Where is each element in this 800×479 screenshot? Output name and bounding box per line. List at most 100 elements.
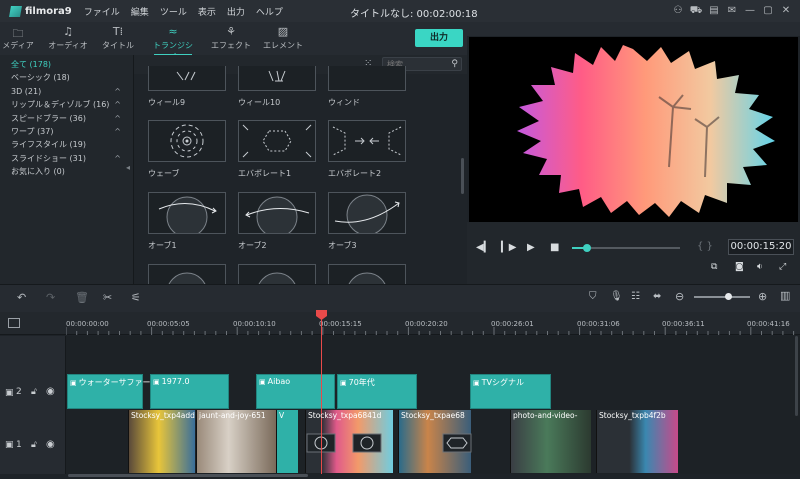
music-note-icon: ♫ (63, 25, 73, 38)
transition-tile[interactable]: オーブ2 (238, 192, 316, 251)
transition-tile[interactable]: オーブ1 (148, 192, 226, 251)
effect-clip[interactable]: ウォーターサファー (67, 374, 150, 409)
category-item[interactable]: 3D (21) ^ (0, 85, 133, 98)
previous-frame-icon[interactable]: ◀▎ (476, 242, 491, 253)
eye-icon[interactable]: ◉ (46, 439, 55, 450)
marker-icon[interactable]: ⛉ (589, 291, 597, 302)
transition-tile[interactable]: ウィール9 (148, 66, 226, 108)
fullscreen-icon[interactable]: ⤢ (779, 262, 786, 272)
snapshot-icon[interactable]: ◙ (735, 262, 744, 272)
mail-icon[interactable]: ✉ (724, 3, 740, 19)
track-type-icon: ▣ (5, 388, 14, 398)
redo-icon[interactable]: ↷ (46, 291, 55, 304)
zoom-slider[interactable] (694, 293, 750, 300)
zoom-in-icon[interactable]: ⊕ (758, 290, 767, 303)
delete-icon[interactable]: 🗑︎ (75, 291, 89, 304)
minimize-icon[interactable]: — (742, 3, 758, 19)
video-clip[interactable]: Stocksy_txp4add3 (128, 410, 195, 473)
menu-export[interactable]: 出力 (227, 5, 245, 18)
expand-caret-icon[interactable]: ^ (114, 125, 121, 138)
timeline-vertical-scrollbar[interactable] (795, 336, 798, 416)
menu-tools[interactable]: ツール (160, 5, 187, 18)
text-icon: T⁞ (112, 25, 124, 38)
fit-timeline-icon[interactable]: ⬌ (653, 291, 661, 302)
transition-tile[interactable]: ウェーブ (148, 120, 226, 179)
track-type-icon: ▣ (5, 440, 14, 450)
undo-icon[interactable]: ↶ (17, 291, 26, 304)
timeline-ruler[interactable]: 00:00:00:00 00:00:05:05 00:00:10:10 00:0… (0, 312, 800, 335)
tab-elements[interactable]: ▨ エレメント (260, 25, 306, 51)
transition-tile[interactable] (238, 264, 316, 284)
category-item[interactable]: 全て (178) (0, 58, 133, 71)
video-clip[interactable]: jaunt-and-joy-651 (196, 410, 276, 473)
playhead[interactable] (321, 318, 322, 474)
track-header-2: ▣ 2 🔓︎ ◉ (0, 373, 66, 410)
tab-media[interactable]: 🗀 メディア (0, 25, 41, 51)
expand-caret-icon[interactable]: ^ (114, 85, 121, 98)
in-out-markers[interactable]: { } (697, 241, 713, 252)
add-track-icon[interactable] (8, 318, 20, 328)
category-item[interactable]: ライフスタイル (19) (0, 138, 133, 151)
effect-clip[interactable]: 1977.0 (150, 374, 229, 409)
lock-icon[interactable]: 🔓︎ (31, 387, 37, 397)
columns-view-icon[interactable]: ▥ (780, 289, 790, 302)
effect-clip[interactable]: Aibao (256, 374, 335, 409)
category-item[interactable]: ワープ (37) ^ (0, 125, 133, 138)
transition-tile[interactable]: ウィール10 (238, 66, 316, 108)
expand-caret-icon[interactable]: ^ (114, 112, 121, 125)
effect-clip[interactable]: TVシグナル (470, 374, 551, 409)
transition-tile[interactable] (328, 264, 406, 284)
render-preview-icon[interactable]: ⧉ (711, 262, 717, 272)
transition-tile[interactable]: エバポレート1 (238, 120, 316, 179)
zoom-handle[interactable] (724, 293, 732, 300)
audio-mixer-icon[interactable]: ☷ (631, 291, 640, 302)
expand-caret-icon[interactable]: ^ (114, 98, 121, 111)
transition-tile[interactable] (148, 264, 226, 284)
video-clip[interactable]: Stocksy_txpb4f2b (596, 410, 678, 473)
cut-icon[interactable]: ✂ (103, 291, 112, 304)
adjust-icon[interactable]: ⚟ (131, 291, 141, 304)
window-title: タイトルなし: 00:02:00:18 (350, 9, 478, 20)
microphone-icon[interactable]: 🎙︎ (610, 291, 623, 302)
category-item[interactable]: リップル＆ディゾルブ (16) ^ (0, 98, 133, 111)
category-item[interactable]: お気に入り (0) (0, 165, 133, 178)
menu-edit[interactable]: 編集 (131, 5, 149, 18)
export-button[interactable]: 出力 (415, 29, 463, 47)
transition-tile[interactable]: エバポレート2 (328, 120, 406, 179)
playback-progress[interactable] (572, 244, 680, 252)
eye-icon[interactable]: ◉ (46, 386, 55, 397)
search-icon[interactable]: ⚲ (451, 59, 458, 69)
next-frame-icon[interactable]: ▎▶ (501, 242, 516, 253)
lock-icon[interactable]: 🔓︎ (31, 440, 37, 450)
expand-caret-icon[interactable]: ^ (114, 152, 121, 165)
transition-tile[interactable]: ウィンド (328, 66, 406, 108)
preview-frame (517, 45, 775, 217)
zoom-out-icon[interactable]: ⊖ (675, 290, 684, 303)
volume-icon[interactable]: 🔉︎ (757, 262, 763, 272)
category-item[interactable]: ベーシック (18) (0, 71, 133, 84)
tab-audio[interactable]: ♫ オーディオ (45, 25, 91, 51)
maximize-icon[interactable]: ▢ (760, 3, 776, 19)
menu-file[interactable]: ファイル (84, 5, 120, 18)
timecode-display: 00:00:15:20 (728, 239, 794, 255)
transition-tile[interactable]: オーブ3 (328, 192, 406, 251)
play-icon[interactable]: ▶ (527, 242, 535, 253)
effect-clip[interactable]: 70年代 (337, 374, 417, 409)
stop-icon[interactable]: ■ (550, 242, 559, 253)
close-icon[interactable]: ✕ (778, 3, 794, 19)
menu-view[interactable]: 表示 (198, 5, 216, 18)
video-clip[interactable]: V (276, 410, 298, 473)
cart-icon[interactable]: ⛟ (688, 3, 704, 19)
video-clip[interactable]: photo-and-video- (510, 410, 591, 473)
save-icon[interactable]: ▤ (706, 3, 722, 19)
user-icon[interactable]: ⚇ (670, 3, 686, 19)
category-item[interactable]: スピードブラー (36) ^ (0, 112, 133, 125)
tab-effects[interactable]: ⚘ エフェクト (208, 25, 254, 51)
menu-help[interactable]: ヘルプ (256, 5, 283, 18)
category-item[interactable]: スライドショー (31) ^ (0, 152, 133, 165)
app-logo: filmora9 (9, 5, 72, 17)
collapse-panel-icon[interactable]: ◂ (126, 163, 130, 172)
timeline-horizontal-scrollbar[interactable] (68, 474, 308, 477)
tab-titles[interactable]: T⁞ タイトル (95, 25, 141, 51)
library-scrollbar[interactable] (461, 158, 464, 194)
